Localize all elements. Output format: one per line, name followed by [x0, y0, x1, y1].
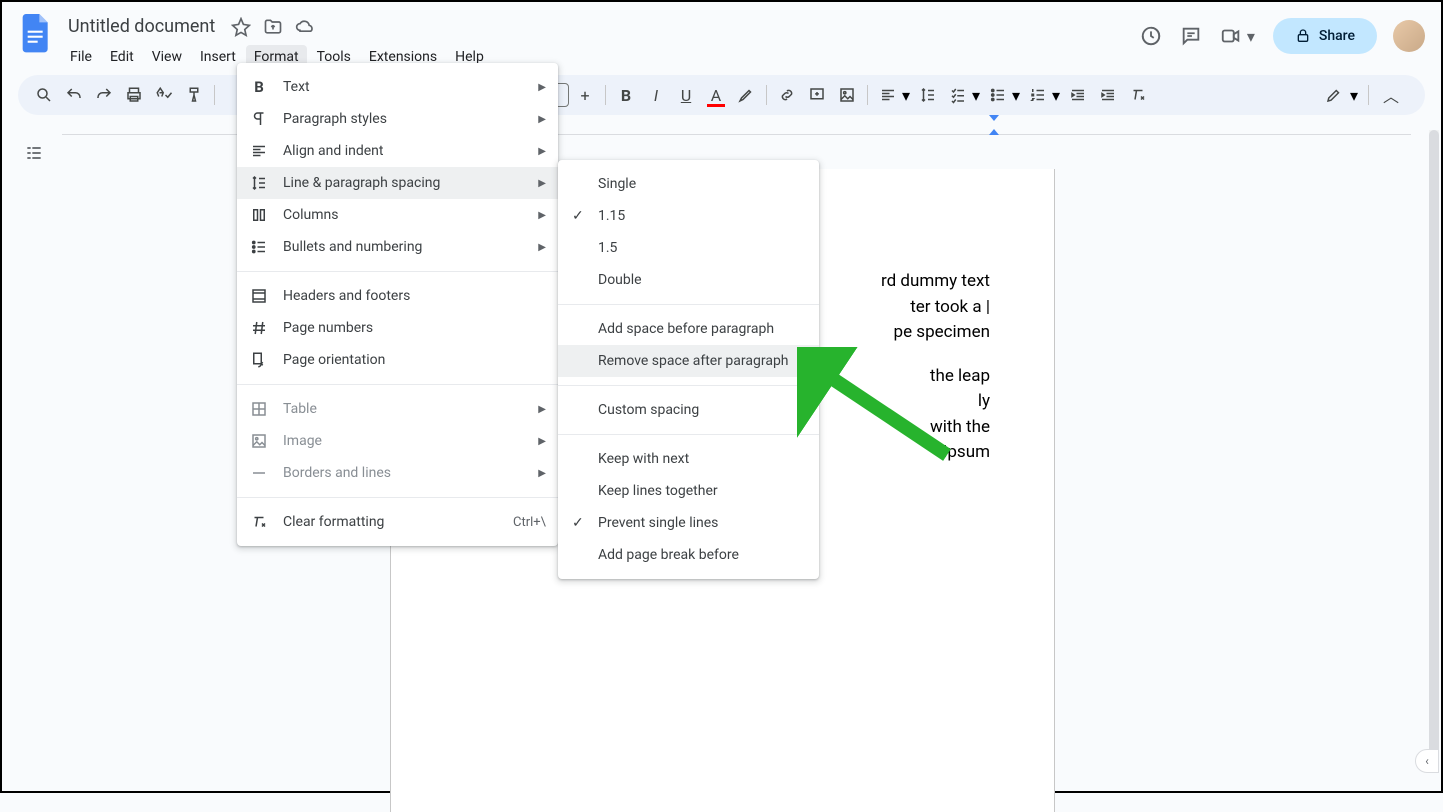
- link-icon[interactable]: [773, 81, 801, 109]
- spacing-icon: [249, 173, 269, 193]
- align-icon[interactable]: [874, 81, 902, 109]
- redo-icon[interactable]: [90, 81, 118, 109]
- line-spacing-icon[interactable]: [914, 81, 942, 109]
- chevron-right-icon: ▶: [538, 82, 546, 93]
- header-bar: Untitled document FileEditViewInsertForm…: [2, 2, 1441, 69]
- format-menu-item[interactable]: Headers and footers: [237, 280, 558, 312]
- text-color-icon[interactable]: A: [702, 81, 730, 109]
- document-title[interactable]: Untitled document: [62, 14, 221, 39]
- menu-view[interactable]: View: [144, 45, 190, 69]
- spacing-menu-item[interactable]: Remove space after paragraph: [558, 345, 819, 377]
- para-icon: [249, 109, 269, 129]
- vertical-ruler[interactable]: [2, 167, 22, 812]
- collapse-toolbar-icon[interactable]: ︿: [1377, 81, 1405, 109]
- share-label: Share: [1319, 28, 1355, 44]
- docs-logo[interactable]: [18, 10, 54, 58]
- chevron-right-icon: ▶: [538, 436, 546, 447]
- chevron-right-icon: ▶: [538, 468, 546, 479]
- line-icon: [249, 463, 269, 483]
- spacing-menu-item[interactable]: Single: [558, 168, 819, 200]
- bullets-icon: [249, 237, 269, 257]
- menubar: FileEditViewInsertFormatToolsExtensionsH…: [62, 43, 1139, 69]
- spacing-menu-item[interactable]: Add page break before: [558, 539, 819, 571]
- spacing-menu-item[interactable]: 1.5: [558, 232, 819, 264]
- paint-format-icon[interactable]: [180, 81, 208, 109]
- spacing-menu-item[interactable]: Add space before paragraph: [558, 313, 819, 345]
- underline-icon[interactable]: U: [672, 81, 700, 109]
- format-menu-item[interactable]: Clear formattingCtrl+\: [237, 506, 558, 538]
- menu-file[interactable]: File: [62, 45, 100, 69]
- bulleted-list-icon[interactable]: [984, 81, 1012, 109]
- table-icon: [249, 399, 269, 419]
- format-menu-item: Image▶: [237, 425, 558, 457]
- format-menu-item[interactable]: Page orientation: [237, 344, 558, 376]
- check-icon: ✓: [572, 208, 592, 224]
- chevron-right-icon: ▶: [538, 242, 546, 253]
- hf-icon: [249, 286, 269, 306]
- account-avatar[interactable]: [1393, 20, 1425, 52]
- spacing-menu-item[interactable]: Keep lines together: [558, 475, 819, 507]
- spacing-menu-item[interactable]: Custom spacing: [558, 394, 819, 426]
- menu-edit[interactable]: Edit: [102, 45, 142, 69]
- italic-icon[interactable]: I: [642, 81, 670, 109]
- format-menu-item[interactable]: BText▶: [237, 71, 558, 103]
- meet-dropdown-icon[interactable]: ▾: [1245, 24, 1257, 48]
- format-menu-item[interactable]: Line & paragraph spacing▶: [237, 167, 558, 199]
- document-outline-icon[interactable]: [14, 139, 54, 167]
- align-icon: [249, 141, 269, 161]
- chevron-right-icon: ▶: [538, 404, 546, 415]
- chevron-right-icon: ▶: [538, 210, 546, 221]
- comments-icon[interactable]: [1179, 24, 1203, 48]
- image-icon: [249, 431, 269, 451]
- share-button[interactable]: Share: [1273, 18, 1377, 54]
- format-menu-item[interactable]: Bullets and numbering▶: [237, 231, 558, 263]
- clear-formatting-icon[interactable]: [1124, 81, 1152, 109]
- increase-indent-icon[interactable]: [1094, 81, 1122, 109]
- search-icon[interactable]: [30, 81, 58, 109]
- highlight-icon[interactable]: [732, 81, 760, 109]
- numbered-list-icon[interactable]: [1024, 81, 1052, 109]
- chevron-right-icon: ▶: [538, 178, 546, 189]
- font-size-plus-icon[interactable]: +: [571, 81, 599, 109]
- undo-icon[interactable]: [60, 81, 88, 109]
- spellcheck-icon[interactable]: [150, 81, 178, 109]
- format-menu-item: Borders and lines▶: [237, 457, 558, 489]
- format-menu-item[interactable]: Columns▶: [237, 199, 558, 231]
- format-menu-item: Table▶: [237, 393, 558, 425]
- print-icon[interactable]: [120, 81, 148, 109]
- chevron-right-icon: ▶: [538, 114, 546, 125]
- chevron-right-icon: ▶: [538, 146, 546, 157]
- checklist-icon[interactable]: [944, 81, 972, 109]
- decrease-indent-icon[interactable]: [1064, 81, 1092, 109]
- insert-image-icon[interactable]: [833, 81, 861, 109]
- format-menu-item[interactable]: Paragraph styles▶: [237, 103, 558, 135]
- clear-icon: [249, 512, 269, 532]
- star-icon[interactable]: [231, 17, 251, 37]
- format-menu-item[interactable]: Align and indent▶: [237, 135, 558, 167]
- show-side-panel-icon[interactable]: ‹: [1415, 749, 1439, 773]
- move-folder-icon[interactable]: [263, 17, 283, 37]
- vertical-scrollbar[interactable]: [1429, 130, 1439, 770]
- history-icon[interactable]: [1139, 24, 1163, 48]
- spacing-menu-item[interactable]: ✓Prevent single lines: [558, 507, 819, 539]
- add-comment-icon[interactable]: [803, 81, 831, 109]
- bold-icon: B: [249, 77, 269, 97]
- hash-icon: [249, 318, 269, 338]
- format-menu-dropdown: BText▶Paragraph styles▶Align and indent▶…: [237, 63, 558, 546]
- format-menu-item[interactable]: Page numbers: [237, 312, 558, 344]
- bold-icon[interactable]: B: [612, 81, 640, 109]
- meet-icon[interactable]: [1219, 24, 1243, 48]
- editing-mode-icon[interactable]: [1320, 81, 1348, 109]
- spacing-menu-item[interactable]: Double: [558, 264, 819, 296]
- spacing-menu-item[interactable]: ✓1.15: [558, 200, 819, 232]
- orient-icon: [249, 350, 269, 370]
- toolbar: − 15 + B I U A ▾ ▾ ▾ ▾ ▾ ︿: [18, 75, 1425, 115]
- columns-icon: [249, 205, 269, 225]
- check-icon: ✓: [572, 515, 592, 531]
- line-spacing-submenu: Single✓1.151.5Double Add space before par…: [558, 160, 819, 579]
- spacing-menu-item[interactable]: Keep with next: [558, 443, 819, 475]
- cloud-status-icon[interactable]: [295, 17, 315, 37]
